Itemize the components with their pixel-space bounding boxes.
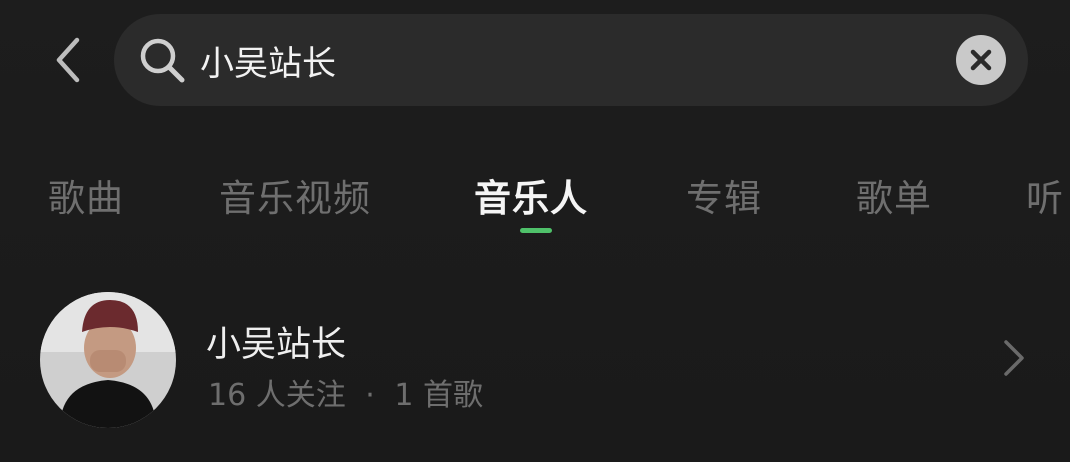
search-results-screen: 歌曲 音乐视频 音乐人 专辑 歌单 听 小吴站长 16 人关注 · 1 首歌 <box>0 0 1070 462</box>
tab-music-videos[interactable]: 音乐视频 <box>219 168 371 222</box>
artist-result-row[interactable]: 小吴站长 16 人关注 · 1 首歌 <box>0 282 1070 432</box>
back-button[interactable] <box>44 32 92 88</box>
row-arrow <box>996 336 1032 380</box>
search-bar[interactable] <box>114 14 1028 106</box>
tab-playlists[interactable]: 歌单 <box>856 168 932 222</box>
artist-avatar <box>40 292 176 428</box>
active-tab-indicator <box>520 228 552 233</box>
clear-search-button[interactable] <box>956 35 1006 85</box>
follower-count: 16 人关注 <box>208 378 346 413</box>
song-count: 1 首歌 <box>394 378 483 413</box>
search-input[interactable] <box>200 30 956 90</box>
search-icon <box>136 34 188 86</box>
artist-meta: 16 人关注 · 1 首歌 <box>208 370 483 414</box>
tab-more[interactable]: 听 <box>1026 168 1064 222</box>
tab-artists[interactable]: 音乐人 <box>474 168 588 222</box>
clear-icon <box>970 49 992 71</box>
artist-name: 小吴站长 <box>206 325 347 365</box>
tab-songs[interactable]: 歌曲 <box>48 168 124 222</box>
meta-separator: · <box>365 378 375 413</box>
back-chevron-icon <box>56 37 80 83</box>
tab-albums[interactable]: 专辑 <box>686 168 762 222</box>
chevron-right-icon <box>1004 340 1024 376</box>
